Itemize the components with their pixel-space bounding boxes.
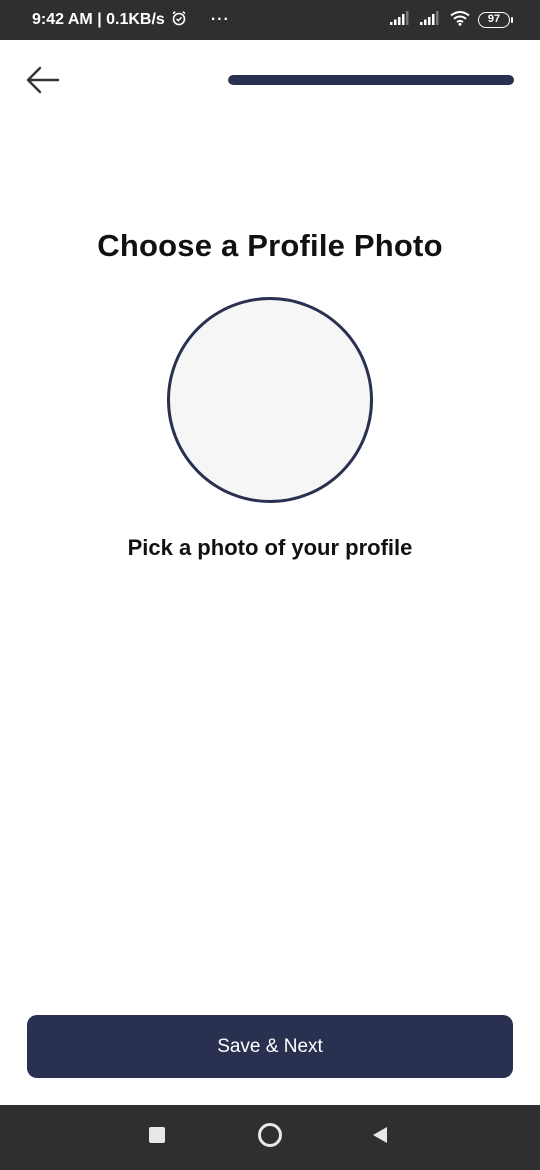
arrow-left-icon (24, 65, 60, 100)
page-title: Choose a Profile Photo (97, 228, 443, 263)
save-next-button[interactable]: Save & Next (27, 1015, 513, 1078)
status-right: 97 (390, 0, 513, 40)
step-progress-bar (228, 75, 514, 85)
back-triangle-icon (370, 1125, 390, 1150)
home-button[interactable] (240, 1105, 300, 1170)
page-subtitle: Pick a photo of your profile (127, 535, 413, 560)
recents-button[interactable] (127, 1105, 187, 1170)
profile-photo-picker[interactable] (167, 297, 373, 503)
home-circle-icon (257, 1122, 283, 1153)
status-left: 9:42 AM | 0.1KB/s ··· (32, 0, 230, 40)
back-button[interactable] (22, 64, 62, 100)
wifi-icon (450, 10, 470, 31)
more-notifications-indicator: ··· (210, 11, 230, 28)
navigation-bar (0, 1105, 540, 1170)
alarm-icon (171, 10, 187, 31)
status-bar: 9:42 AM | 0.1KB/s ··· 97 (0, 0, 540, 40)
system-back-button[interactable] (350, 1105, 410, 1170)
signal-icon (420, 10, 442, 30)
signal-icon (390, 10, 412, 30)
recents-square-icon (148, 1126, 166, 1149)
step-progress-fill (228, 75, 514, 85)
status-time-speed: 9:42 AM | 0.1KB/s (32, 11, 165, 28)
battery-icon: 97 (478, 12, 513, 28)
